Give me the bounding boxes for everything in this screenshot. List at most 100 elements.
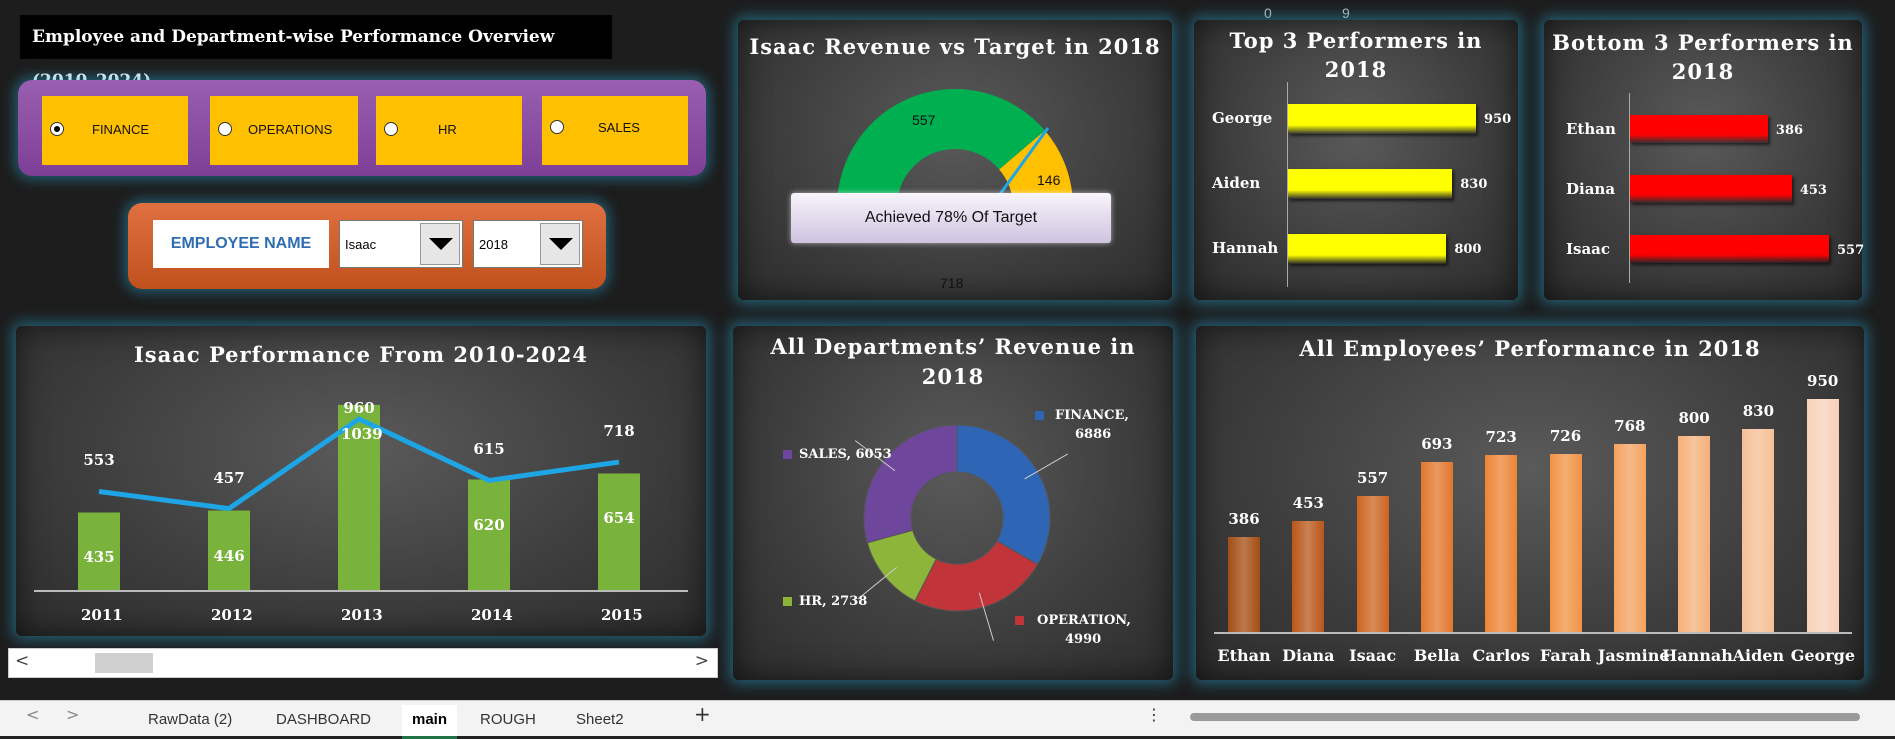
- sheet-tab-bar: < > RawData (2) DASHBOARD main ROUGH She…: [0, 700, 1895, 739]
- employee-bar: [1292, 521, 1325, 632]
- radio-icon[interactable]: [550, 120, 564, 134]
- bar-label: George: [1212, 109, 1273, 127]
- legend-swatch: [1015, 616, 1024, 625]
- dept-option-operations[interactable]: OPERATIONS: [210, 96, 358, 165]
- gauge-title: Isaac Revenue vs Target in 2018: [749, 34, 1161, 59]
- year-dropdown[interactable]: 2018: [473, 220, 583, 268]
- bar-axis: [1287, 82, 1288, 287]
- employee-name-label: EMPLOYEE NAME: [153, 220, 329, 268]
- dept-label: FINANCE: [92, 122, 150, 137]
- gauge-panel: Isaac Revenue vs Target in 2018 557 146 …: [738, 20, 1172, 300]
- employee-bar: [1420, 462, 1453, 632]
- performance-tick-label: 2013: [341, 606, 383, 624]
- radio-icon[interactable]: [218, 122, 232, 136]
- all-employees-chart: 386 Ethan 453 Diana 557 Isaac 693 Bella 723 Carlo…: [1196, 326, 1864, 680]
- employee-bar-value: 557: [1356, 468, 1389, 487]
- bar-value: 386: [1775, 123, 1804, 138]
- tab-rough[interactable]: ROUGH: [470, 705, 546, 736]
- performance-line-value: 718: [603, 422, 635, 441]
- employee-tick-label: Aiden: [1732, 646, 1785, 665]
- all-employees-panel: All Employees’ Performance in 2018 386 Et…: [1196, 326, 1864, 680]
- dept-option-hr[interactable]: HR: [376, 96, 522, 165]
- top3-panel: Top 3 Performers in 2018 George 950 Aiden 8…: [1194, 20, 1518, 300]
- achieved-target-button[interactable]: Achieved 78% Of Target: [791, 193, 1111, 243]
- employee-bar-value: 830: [1742, 401, 1775, 420]
- performance-bar: [598, 473, 640, 590]
- performance-chart: 2011 435 553 2012 446 457 2013 1039 960 2014 620 61…: [16, 326, 706, 636]
- performance-tick-label: 2015: [601, 606, 643, 624]
- employee-dropdown-value: Isaac: [345, 237, 377, 252]
- tab-next-icon[interactable]: >: [66, 705, 79, 724]
- employee-bar: [1228, 537, 1260, 632]
- bottom3-panel: Bottom 3 Performers in 2018 Ethan 386 Dian…: [1544, 20, 1865, 300]
- employee-bar-value: 800: [1678, 409, 1710, 427]
- employee-bar-value: 693: [1421, 435, 1453, 454]
- employee-tick-label: Carlos: [1472, 646, 1530, 665]
- employee-tick-label: Hannah: [1662, 646, 1733, 665]
- scroll-left-icon[interactable]: <: [15, 651, 29, 671]
- tab-main[interactable]: main: [402, 705, 458, 739]
- bar-value: 557: [1837, 243, 1865, 258]
- employee-tick-label: George: [1790, 646, 1855, 665]
- gauge-achieved-label: 557: [912, 112, 936, 128]
- employee-bar-value: 950: [1807, 372, 1839, 391]
- employee-tick-label: Jasmine: [1597, 646, 1670, 665]
- bar-label: Aiden: [1212, 174, 1261, 192]
- bar-value: 950: [1484, 112, 1512, 127]
- horizontal-scrollbar[interactable]: < >: [8, 648, 718, 678]
- tab-sheet2[interactable]: Sheet2: [566, 705, 634, 736]
- dept-option-finance[interactable]: FINANCE: [42, 96, 188, 165]
- dropdown-arrow-icon[interactable]: [420, 223, 460, 265]
- dropdown-arrow-icon[interactable]: [540, 223, 580, 265]
- performance-bar-value: 620: [473, 515, 505, 534]
- scroll-right-icon[interactable]: >: [695, 651, 709, 671]
- donut-value-finance: 6886: [1075, 427, 1112, 442]
- performance-bar-value: 1039: [341, 424, 383, 443]
- add-sheet-icon[interactable]: +: [694, 702, 711, 726]
- donut-label-sales: SALES, 6053: [799, 447, 892, 462]
- legend-swatch: [783, 450, 792, 459]
- employee-tick-label: Farah: [1539, 646, 1592, 665]
- employee-bar: [1742, 428, 1775, 632]
- radio-icon[interactable]: [50, 122, 64, 136]
- dashboard-sheet: 0 9 Employee and Department-wise Perform…: [0, 0, 1895, 700]
- top3-chart: George 950 Aiden 830 Hannah 800: [1194, 20, 1518, 300]
- bar-value: 830: [1460, 177, 1488, 192]
- tab-rawdata-2[interactable]: RawData (2): [138, 705, 242, 736]
- stray-label-0: 0: [1264, 5, 1272, 21]
- employee-tick-label: Isaac: [1349, 646, 1397, 665]
- tab-menu-icon[interactable]: ⋮: [1146, 705, 1162, 724]
- performance-tick-label: 2012: [211, 606, 253, 624]
- legend-swatch: [783, 597, 792, 606]
- bar-label: Diana: [1566, 180, 1616, 198]
- radio-icon[interactable]: [384, 122, 398, 136]
- dept-revenue-panel: All Departments’ Revenue in 2018 FINANCE…: [733, 326, 1173, 680]
- performance-line-value: 960: [343, 398, 375, 417]
- legend-swatch: [1035, 411, 1044, 420]
- performance-line-value: 553: [83, 451, 115, 470]
- department-selector: FINANCE OPERATIONS HR SALES: [18, 80, 706, 176]
- employee-dropdown[interactable]: Isaac: [339, 220, 463, 268]
- bottom3-chart: Ethan 386 Diana 453 Isaac 557: [1544, 20, 1865, 300]
- performance-svg: [78, 404, 640, 590]
- tab-prev-icon[interactable]: <: [26, 705, 39, 724]
- sheet-scrollbar[interactable]: [1190, 713, 1860, 721]
- stray-label-1: 9: [1342, 5, 1350, 21]
- performance-tick-label: 2011: [81, 606, 123, 624]
- employee-bar-value: 723: [1485, 427, 1517, 446]
- dept-option-sales[interactable]: SALES: [542, 96, 688, 165]
- gauge-remaining-label: 146: [1037, 172, 1061, 188]
- donut-slice: [956, 424, 1051, 566]
- employee-tick-label: Diana: [1282, 646, 1335, 665]
- dashboard-title: Employee and Department-wise Performance…: [20, 15, 612, 91]
- employee-bar-value: 768: [1614, 416, 1646, 435]
- tab-dashboard[interactable]: DASHBOARD: [266, 705, 381, 736]
- performance-tick-label: 2014: [471, 606, 513, 624]
- scrollbar-thumb[interactable]: [95, 653, 153, 673]
- performance-bar-value: 446: [213, 546, 245, 565]
- performance-line-value: 457: [213, 468, 245, 487]
- bar: [1630, 235, 1829, 263]
- employee-bar-value: 726: [1549, 427, 1582, 446]
- bar-label: Isaac: [1566, 240, 1611, 258]
- dept-label: SALES: [598, 120, 640, 135]
